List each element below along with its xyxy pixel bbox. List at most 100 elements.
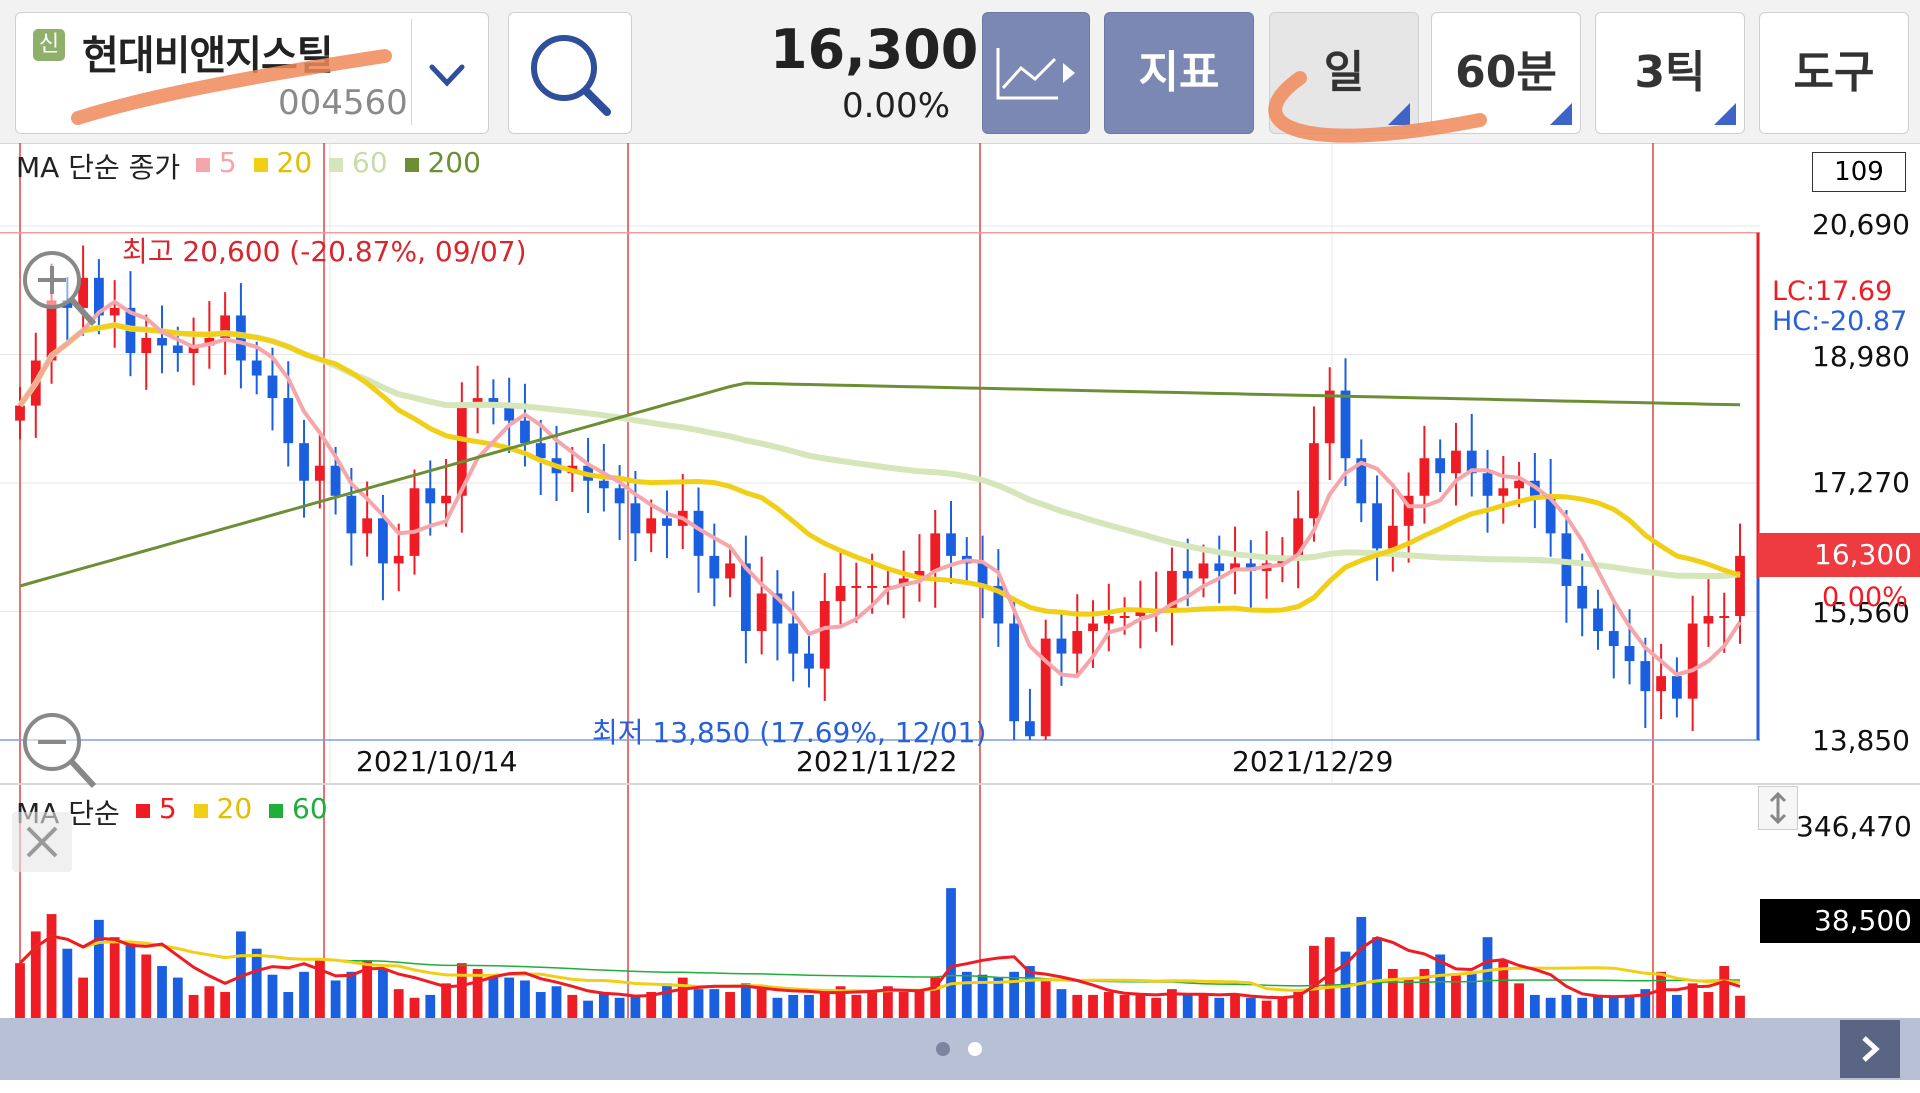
- candle-body: [346, 495, 357, 534]
- volume-bar: [1403, 977, 1414, 1018]
- volume-bar: [409, 997, 420, 1018]
- volume-bar: [946, 888, 956, 1018]
- candle-body: [709, 555, 720, 579]
- volume-bar: [1261, 1000, 1272, 1018]
- candle-body: [946, 533, 956, 556]
- candle-body: [520, 420, 530, 444]
- close-icon: [26, 826, 58, 858]
- volume-bar: [1735, 995, 1745, 1018]
- volume-bar: [1056, 989, 1067, 1018]
- volume-bar: [1466, 971, 1477, 1018]
- candle-body: [1088, 623, 1098, 632]
- volume-bar: [283, 992, 294, 1018]
- candle-body: [867, 585, 878, 588]
- page-dot[interactable]: [936, 1042, 950, 1056]
- candle-body: [267, 375, 278, 399]
- annotation-marks: [71, 49, 1487, 143]
- volume-bar: [346, 971, 357, 1018]
- volume-bar: [1656, 971, 1666, 1018]
- zoom-out-icon: [23, 713, 97, 789]
- candle-body: [630, 503, 641, 534]
- volume-bar: [1072, 994, 1083, 1018]
- candle-body: [646, 518, 657, 534]
- volume-bar: [125, 942, 136, 1018]
- volume-bar: [1514, 983, 1524, 1018]
- volume-bar: [1214, 997, 1225, 1018]
- vertical-resize-icon: [1769, 791, 1787, 825]
- volume-bar: [441, 983, 451, 1018]
- stock-chart[interactable]: [0, 143, 1920, 1018]
- volume-bar: [330, 980, 341, 1018]
- zoom-in-icon: [23, 251, 97, 327]
- candle-body: [425, 488, 436, 504]
- volume-bar: [188, 994, 199, 1018]
- count-box: 109: [1812, 152, 1906, 192]
- candle-body: [693, 510, 704, 556]
- zoom-in-button[interactable]: [8, 238, 104, 334]
- legend-vma20: 20: [216, 792, 253, 825]
- candle-body: [314, 465, 325, 481]
- candle-body: [1056, 638, 1067, 654]
- main-ma-legend: 5 20 60 200: [196, 146, 481, 179]
- page-dot-active[interactable]: [968, 1042, 982, 1056]
- candle-body: [1324, 390, 1335, 444]
- volume-bar: [551, 986, 562, 1018]
- volume-bar: [109, 937, 120, 1018]
- volume-bar: [141, 954, 152, 1018]
- candle-body: [725, 563, 735, 579]
- next-page-button[interactable]: [1840, 1020, 1900, 1078]
- candle-body: [1309, 443, 1319, 519]
- candle-body: [1119, 616, 1130, 619]
- legend-vma5: 5: [158, 792, 177, 825]
- candle-body: [1608, 631, 1619, 647]
- candle-body: [378, 518, 388, 564]
- volume-bar: [1040, 980, 1051, 1018]
- candle-body: [1624, 646, 1635, 662]
- candle-body: [598, 480, 609, 489]
- zoom-out-button[interactable]: [8, 700, 104, 796]
- candle-body: [141, 337, 152, 353]
- volume-bar: [1561, 994, 1572, 1018]
- candle-body: [251, 360, 262, 376]
- chevron-right-icon: [1862, 1036, 1880, 1062]
- volume-bar: [662, 983, 672, 1018]
- y-tick: 20,690: [1812, 208, 1910, 241]
- volume-bar: [898, 992, 909, 1018]
- candle-body: [1025, 721, 1035, 737]
- candle-body: [1719, 616, 1730, 619]
- volume-bar: [1135, 994, 1146, 1018]
- volume-bar: [251, 948, 262, 1018]
- close-volume-button[interactable]: [12, 812, 72, 872]
- legend-ma20: 20: [276, 146, 313, 179]
- candle-body: [1687, 623, 1698, 699]
- volume-bar: [393, 989, 404, 1018]
- candle-body: [1040, 638, 1051, 737]
- volume-bar: [567, 994, 578, 1018]
- candle-body: [157, 337, 167, 346]
- volume-bar: [788, 994, 799, 1018]
- volume-bar: [1356, 916, 1367, 1018]
- volume-bar: [220, 992, 231, 1018]
- volume-bar: [1529, 994, 1540, 1018]
- vma5-line: [18, 934, 1741, 1000]
- candle-body: [1103, 616, 1114, 624]
- candle-body: [1593, 608, 1603, 632]
- volume-bar: [630, 994, 641, 1018]
- volume-bar: [1624, 994, 1635, 1018]
- volume-bar: [914, 989, 925, 1018]
- volume-bar: [1545, 997, 1556, 1018]
- candle-body: [1214, 563, 1225, 571]
- volume-bar: [456, 963, 467, 1018]
- y-tick: 18,980: [1812, 340, 1910, 373]
- hc-label: HC:-20.87: [1772, 306, 1908, 337]
- volume-bar: [1372, 937, 1382, 1018]
- main-ma-title: MA 단순 종가: [16, 151, 181, 184]
- candle-body: [299, 443, 309, 481]
- volume-bar: [709, 989, 720, 1018]
- volume-bar: [1593, 994, 1603, 1018]
- x-tick: 2021/10/14: [356, 745, 518, 778]
- resize-handle[interactable]: [1758, 786, 1798, 830]
- candle-body: [1072, 631, 1083, 654]
- volume-bar: [94, 919, 104, 1018]
- candle-body: [788, 623, 799, 654]
